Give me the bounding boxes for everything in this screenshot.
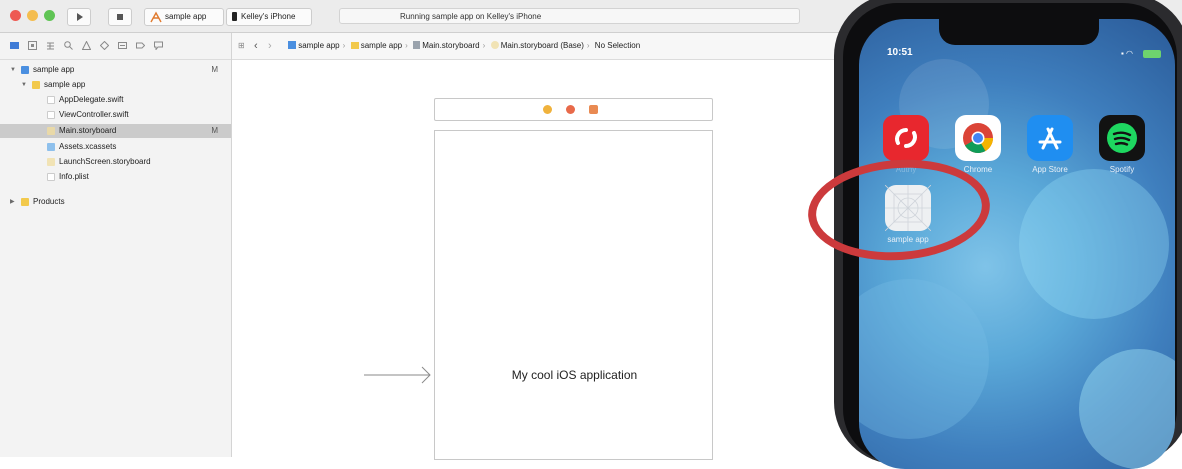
back-chevron-icon[interactable]: ‹ [254,33,258,59]
breakpoint-icon[interactable] [136,41,146,50]
tree-row-label: Info.plist [59,172,89,181]
play-icon [77,13,83,21]
tree-row-file[interactable]: AppDelegate.swift [0,94,231,106]
tree-row-file[interactable]: Info.plist [0,171,231,183]
view-controller-icon[interactable] [543,105,552,114]
iphone-device-icon [232,12,237,21]
folder-icon[interactable] [10,41,19,50]
first-responder-icon[interactable] [566,105,575,114]
stop-button[interactable] [108,8,132,26]
view-controller-scene[interactable]: My cool iOS application [434,130,713,460]
stop-icon [117,14,123,20]
tree-row-label: ViewController.swift [59,110,129,119]
folder-icon [350,42,359,49]
device-label: Kelley's iPhone [241,12,296,21]
project-file-icon [21,66,29,74]
storyboard-file-icon [47,127,55,135]
app-label: App Store [1032,165,1068,174]
tree-row-label: Products [33,197,65,206]
symbol-icon[interactable] [46,41,55,50]
breadcrumb-item[interactable]: sample app [361,41,402,50]
storyboard-file-icon [47,158,55,166]
folder-icon [32,81,40,89]
zoom-window-button[interactable] [44,10,55,21]
disclosure-expanded-icon[interactable]: ▼ [21,79,27,91]
notch [939,19,1099,45]
tree-row-file[interactable]: ViewController.swift [0,109,231,121]
tree-row-file-selected[interactable]: Main.storyboard M [0,124,231,138]
wallpaper-bokeh [859,279,989,439]
related-items-icon[interactable]: ⊞ [238,33,245,59]
chevron-right-icon: › [482,41,486,50]
xcode-app-icon [150,11,162,23]
tree-row-file[interactable]: LaunchScreen.storyboard [0,156,231,168]
activity-status-text: Running sample app on Kelley's iPhone [400,12,542,21]
folder-icon [21,198,29,206]
plist-file-icon [47,173,55,181]
navigator-selector-bar [0,33,231,60]
scheme-selector[interactable]: sample app [144,8,224,26]
project-file-icon [288,41,296,49]
tree-row-label: AppDelegate.swift [59,95,124,104]
project-navigator: ▼ sample app M ▼ sample app AppDelegate.… [0,33,232,457]
tree-row-label: sample app [44,80,86,89]
disclosure-expanded-icon[interactable]: ▼ [10,64,16,76]
assets-catalog-icon [47,143,55,151]
tree-row-label: Main.storyboard [59,126,117,135]
spotify-icon[interactable] [1099,115,1145,161]
battery-icon [1143,50,1161,58]
chevron-right-icon: › [586,41,590,50]
close-window-button[interactable] [10,10,21,21]
tree-row-label: sample app [33,65,75,74]
report-icon[interactable] [154,41,163,51]
jump-bar: ⊞ ‹ › sample app › sample app › Main.story… [232,33,852,60]
chevron-right-icon: › [405,41,408,50]
app-label[interactable]: My cool iOS application [435,368,714,382]
tree-row-group[interactable]: ▼ sample app [0,79,231,91]
tree-row-project[interactable]: ▼ sample app M [0,64,231,76]
authy-icon[interactable] [883,115,929,161]
tree-row-group[interactable]: ▶ Products [0,196,231,208]
app-label: Spotify [1109,165,1135,174]
exit-icon[interactable] [589,105,598,114]
breadcrumb-item[interactable]: Main.storyboard (Base) [501,41,584,50]
status-time: 10:51 [887,47,913,58]
chrome-icon[interactable] [955,115,1001,161]
device-selector[interactable]: Kelley's iPhone [226,8,312,26]
swift-file-icon [47,111,55,119]
disclosure-collapsed-icon[interactable]: ▶ [10,196,15,208]
source-control-icon[interactable] [28,41,37,50]
wallpaper-bokeh [1079,349,1175,469]
wallpaper-bokeh [1019,169,1169,319]
signal-wifi-icon: ▪ ◠ [1121,49,1134,58]
storyboard-canvas[interactable]: My cool iOS application [232,60,852,460]
run-button[interactable] [67,8,91,26]
debug-icon[interactable] [118,41,127,50]
chevron-right-icon: › [342,41,346,50]
modified-badge: M [211,126,218,135]
tree-row-label: Assets.xcassets [59,142,117,151]
test-icon[interactable] [99,40,110,51]
minimize-window-button[interactable] [27,10,38,21]
swift-file-icon [47,96,55,104]
localization-icon [490,41,499,49]
issue-icon[interactable] [81,40,92,50]
tree-row-label: LaunchScreen.storyboard [59,157,151,166]
modified-badge: M [211,65,218,74]
scene-dock[interactable] [434,98,713,121]
storyboard-file-icon [413,41,420,49]
breadcrumb: sample app › sample app › Main.storyboard ›… [288,33,640,59]
scheme-label: sample app [165,12,207,21]
forward-chevron-icon[interactable]: › [268,33,272,59]
initial-view-controller-arrow [364,366,431,384]
tree-row-file[interactable]: Assets.xcassets [0,141,231,153]
breadcrumb-item[interactable]: Main.storyboard [422,41,479,50]
breadcrumb-item[interactable]: sample app [298,41,339,50]
activity-status: Running sample app on Kelley's iPhone [339,8,800,24]
app-store-icon[interactable] [1027,115,1073,161]
search-icon[interactable] [64,41,73,50]
breadcrumb-item[interactable]: No Selection [595,41,640,50]
